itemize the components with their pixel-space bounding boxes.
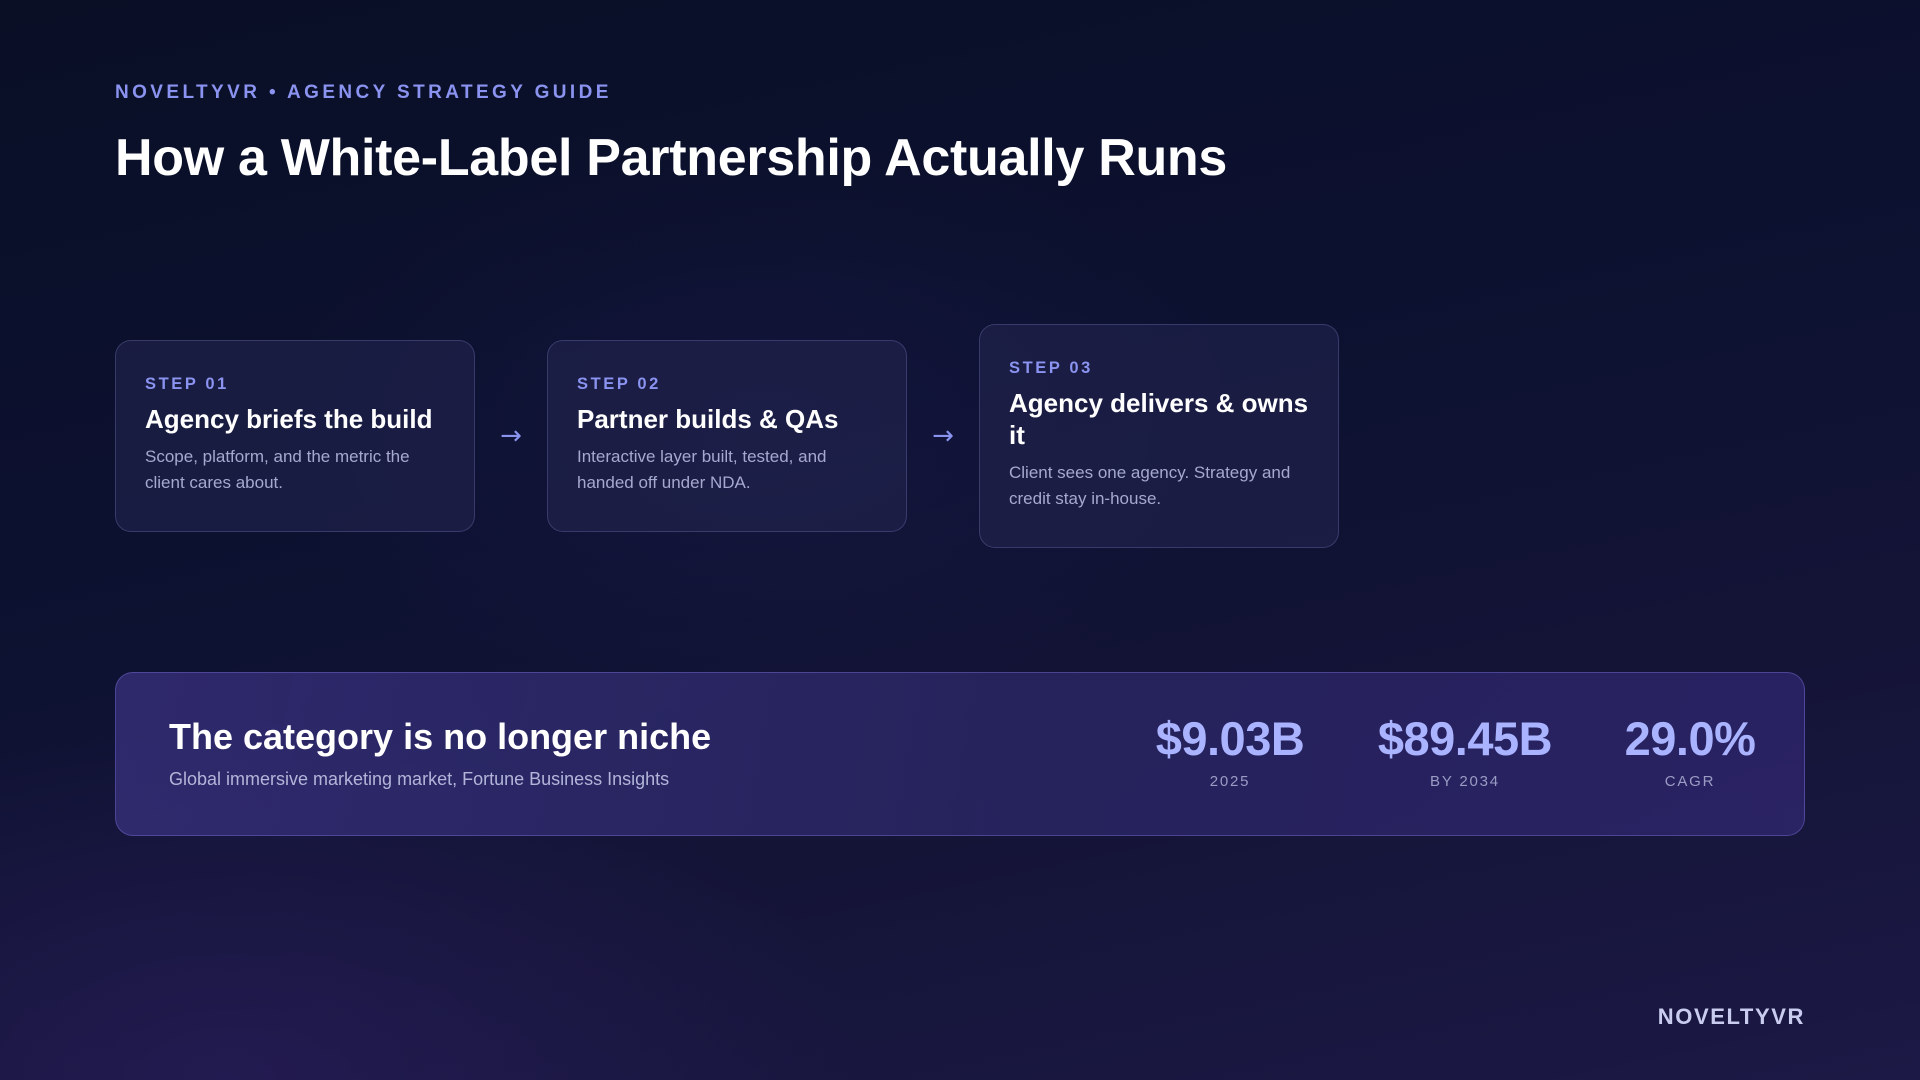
- step-card-2: STEP 02 Partner builds & QAs Interactive…: [547, 339, 907, 533]
- step-label: STEP 02: [577, 374, 661, 393]
- stat-value: $89.45B: [1377, 712, 1553, 765]
- stat-market-2025: $9.03B 2025: [1145, 713, 1315, 790]
- band-subtitle: Global immersive marketing market, Fortu…: [169, 769, 670, 789]
- step-label: STEP 03: [1009, 358, 1093, 377]
- step-description: Scope, platform, and the metric the clie…: [145, 447, 410, 492]
- step-title: Agency briefs the build: [145, 403, 433, 434]
- stat-cagr: 29.0% CAGR: [1615, 713, 1765, 790]
- band-title: The category is no longer niche: [169, 716, 712, 757]
- page-title: How a White-Label Partnership Actually R…: [115, 129, 1228, 187]
- stat-market-2034: $89.45B BY 2034: [1365, 713, 1565, 790]
- stat-label: BY 2034: [1430, 772, 1500, 790]
- step-description: Client sees one agency. Strategy and cre…: [1009, 463, 1291, 508]
- step-description: Interactive layer built, tested, and han…: [577, 447, 827, 492]
- arrow-right-icon: →: [932, 421, 954, 451]
- step-label: STEP 01: [145, 374, 229, 393]
- stat-value: $9.03B: [1155, 712, 1305, 765]
- stat-label: CAGR: [1664, 772, 1716, 790]
- stat-label: 2025: [1209, 772, 1251, 790]
- process-steps: STEP 01 Agency briefs the build Scope, p…: [115, 323, 1340, 549]
- step-title: Partner builds & QAs: [577, 403, 839, 434]
- step-card-1: STEP 01 Agency briefs the build Scope, p…: [115, 339, 475, 533]
- arrow-right-icon: →: [500, 421, 522, 451]
- step-title: Agency delivers & owns it: [1009, 387, 1309, 450]
- eyebrow-label: NOVELTYVR • AGENCY STRATEGY GUIDE: [115, 82, 612, 103]
- footer-brand-logo: NOVELTYVR: [1657, 1004, 1805, 1029]
- stat-value: 29.0%: [1624, 712, 1756, 765]
- market-stats-band: The category is no longer niche Global i…: [115, 672, 1805, 836]
- step-card-3: STEP 03 Agency delivers & owns it Client…: [979, 323, 1339, 549]
